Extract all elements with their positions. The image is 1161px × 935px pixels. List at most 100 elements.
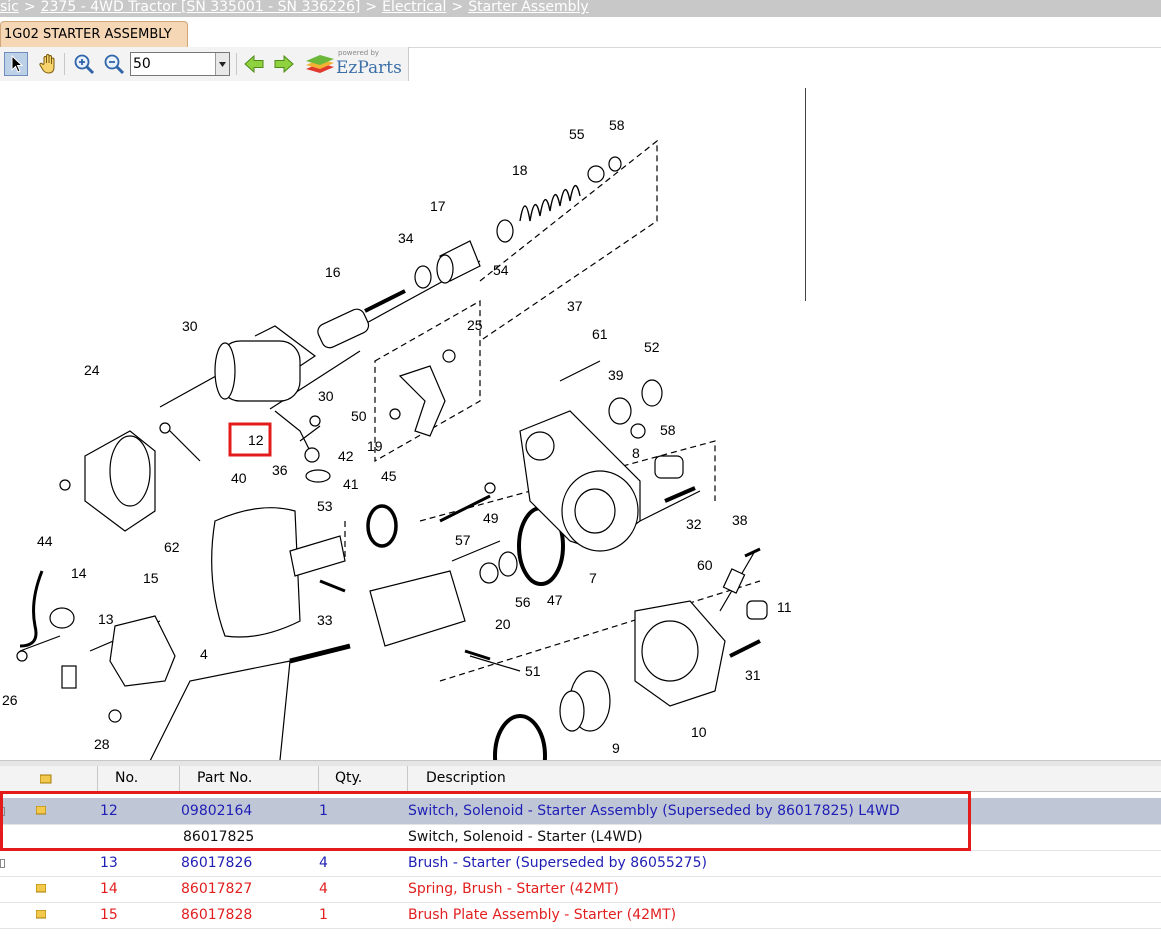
zoom-level-input[interactable] <box>133 55 215 73</box>
callout-label[interactable]: 4 <box>200 646 208 662</box>
cell-qty: 4 <box>319 881 328 897</box>
callout-label[interactable]: 25 <box>467 317 483 333</box>
callout-label[interactable]: 15 <box>143 570 159 586</box>
callout-label[interactable]: 44 <box>37 533 53 549</box>
callout-label[interactable]: 33 <box>317 612 333 628</box>
callout-label[interactable]: 56 <box>515 594 531 610</box>
zoom-out-button[interactable] <box>102 52 126 76</box>
callout-label[interactable]: 58 <box>660 422 676 438</box>
breadcrumb-link-electrical[interactable]: Electrical <box>382 0 446 15</box>
previous-button[interactable] <box>242 52 266 76</box>
callout-label[interactable]: 31 <box>745 667 761 683</box>
table-row[interactable]: 14 86017827 4 Spring, Brush - Starter (4… <box>0 876 1161 903</box>
breadcrumb-separator: > <box>365 0 378 15</box>
callout-label[interactable]: 9 <box>612 740 620 756</box>
callout-label[interactable]: 45 <box>381 468 397 484</box>
tree-expander-icon[interactable] <box>0 859 5 868</box>
cell-no: 15 <box>100 907 118 923</box>
callout-label[interactable]: 26 <box>2 692 18 708</box>
callout-label[interactable]: 58 <box>609 117 625 133</box>
callout-label[interactable]: 37 <box>567 298 583 314</box>
callout-label[interactable]: 24 <box>84 362 100 378</box>
cell-description: Brush - Starter (Superseded by 86055275) <box>408 855 707 871</box>
callout-label[interactable]: 10 <box>691 724 707 740</box>
zoom-in-button[interactable] <box>72 52 96 76</box>
diagram-border <box>805 88 806 301</box>
zoom-out-icon <box>104 54 125 75</box>
next-button[interactable] <box>272 52 296 76</box>
callout-label[interactable]: 11 <box>777 599 792 615</box>
column-header-no[interactable]: No. <box>98 766 180 791</box>
pan-hand-button[interactable] <box>36 52 60 76</box>
callout-label[interactable]: 14 <box>71 565 87 581</box>
callout-label[interactable]: 53 <box>317 498 333 514</box>
folder-icon <box>40 774 52 784</box>
diagram-toolbar: powered by EzParts <box>0 47 409 81</box>
column-header-qty[interactable]: Qty. <box>319 766 408 791</box>
column-header-description[interactable]: Description <box>408 766 1161 791</box>
callout-label[interactable]: 12 <box>248 432 264 448</box>
callout-label[interactable]: 47 <box>547 592 563 608</box>
breadcrumb-link-tractor[interactable]: 2375 - 4WD Tractor [SN 335001 - SN 33622… <box>41 0 361 15</box>
breadcrumb-link-starter-assembly[interactable]: Starter Assembly <box>468 0 589 15</box>
callout-label[interactable]: 36 <box>272 462 288 478</box>
breadcrumb-link-sic[interactable]: sic <box>0 0 19 15</box>
callout-label[interactable]: 50 <box>351 408 367 424</box>
breadcrumb-separator: > <box>23 0 36 15</box>
breadcrumb: sic >2375 - 4WD Tractor [SN 335001 - SN 3… <box>0 0 1161 17</box>
cell-qty: 1 <box>319 907 328 923</box>
arrow-right-icon <box>274 54 294 74</box>
table-row[interactable]: 13 86017826 4 Brush - Starter (Supersede… <box>0 850 1161 877</box>
select-pointer-button[interactable] <box>4 52 28 76</box>
cell-part-no: 86017826 <box>181 855 253 871</box>
column-header-icon[interactable] <box>0 766 98 791</box>
cell-part-no: 86017828 <box>181 907 253 923</box>
column-header-part-no[interactable]: Part No. <box>180 766 319 791</box>
callout-label[interactable]: 51 <box>525 663 541 679</box>
callout-label[interactable]: 16 <box>325 264 341 280</box>
callout-label[interactable]: 60 <box>697 557 713 573</box>
callout-label[interactable]: 8 <box>632 445 640 461</box>
callout-label[interactable]: 18 <box>512 162 528 178</box>
cell-description: Brush Plate Assembly - Starter (42MT) <box>408 907 677 923</box>
folder-icon <box>36 884 46 893</box>
cell-qty: 4 <box>319 855 328 871</box>
callout-label[interactable]: 57 <box>455 532 471 548</box>
callout-label[interactable]: 7 <box>589 570 597 586</box>
zoom-in-icon <box>74 54 95 75</box>
callout-label[interactable]: 34 <box>398 230 414 246</box>
callout-label[interactable]: 28 <box>94 736 110 752</box>
callout-label[interactable]: 49 <box>483 510 499 526</box>
folder-icon <box>36 910 46 919</box>
table-row[interactable]: 15 86017828 1 Brush Plate Assembly - Sta… <box>0 902 1161 929</box>
zoom-level-select[interactable] <box>130 52 230 76</box>
toolbar-separator <box>64 53 65 75</box>
books-icon <box>306 55 334 73</box>
callout-label[interactable]: 54 <box>493 262 509 278</box>
callout-label[interactable]: 55 <box>569 126 585 142</box>
hand-icon <box>39 53 55 74</box>
tab-starter-assembly[interactable]: 1G02 STARTER ASSEMBLY <box>0 21 188 47</box>
callout-label[interactable]: 17 <box>430 198 446 214</box>
callout-label[interactable]: 13 <box>98 611 114 627</box>
callout-label[interactable]: 30 <box>318 388 334 404</box>
callout-label[interactable]: 38 <box>732 512 748 528</box>
logo-powered-by: powered by <box>338 49 380 57</box>
callout-label[interactable]: 52 <box>644 339 660 355</box>
callout-label[interactable]: 19 <box>367 438 383 454</box>
callout-label[interactable]: 42 <box>338 448 354 464</box>
callout-label[interactable]: 41 <box>343 476 359 492</box>
cell-no: 14 <box>100 881 118 897</box>
callout-label[interactable]: 30 <box>182 318 198 334</box>
cell-part-no: 86017827 <box>181 881 253 897</box>
arrow-left-icon <box>244 54 264 74</box>
callout-label[interactable]: 32 <box>686 516 702 532</box>
callout-label[interactable]: 61 <box>592 326 608 342</box>
callout-label[interactable]: 20 <box>495 616 511 632</box>
table-header: No. Part No. Qty. Description <box>0 766 1161 792</box>
callout-label[interactable]: 39 <box>608 367 624 383</box>
exploded-parts-diagram[interactable]: 55 58 18 17 34 54 16 30 25 37 61 52 24 39 50 58 19 30 12 42… <box>0 81 806 760</box>
chevron-down-icon[interactable] <box>215 53 229 75</box>
callout-label[interactable]: 62 <box>164 539 180 555</box>
callout-label[interactable]: 40 <box>231 470 247 486</box>
